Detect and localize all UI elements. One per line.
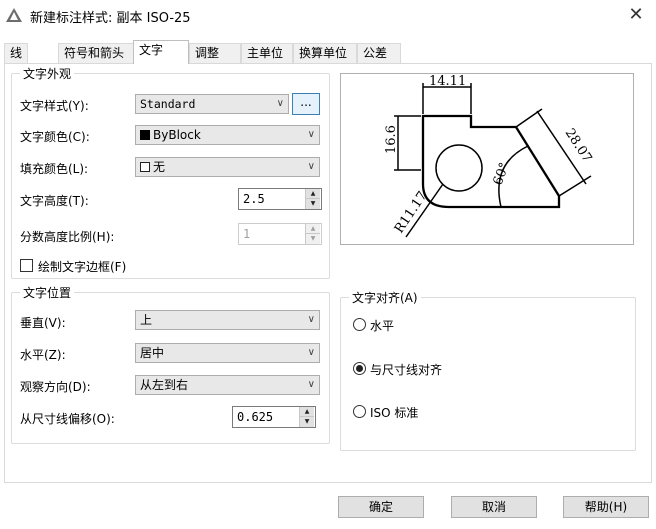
- color-swatch-icon: [140, 130, 150, 140]
- spin-down-icon: ▼: [305, 234, 320, 244]
- horizontal-dropdown[interactable]: 居中 ∨: [135, 343, 320, 363]
- view-direction-label: 观察方向(D):: [20, 380, 91, 394]
- tab-fit[interactable]: 调整: [189, 43, 241, 63]
- fill-color-label: 填充颜色(L):: [20, 162, 89, 176]
- text-style-dropdown[interactable]: Standard ∨: [135, 94, 289, 114]
- empty-swatch-icon: [140, 162, 150, 172]
- preview-drawing: 14.11 16.6 28.07 60° R11.17: [384, 74, 595, 238]
- offset-input[interactable]: [233, 407, 299, 427]
- spin-up-icon[interactable]: ▲: [305, 189, 320, 199]
- tab-primary-units[interactable]: 主单位: [241, 43, 293, 63]
- vertical-label: 垂直(V):: [20, 316, 66, 330]
- draw-frame-label: 绘制文字边框(F): [38, 260, 127, 274]
- offset-label: 从尺寸线偏移(O):: [20, 412, 115, 426]
- text-height-input[interactable]: [239, 189, 305, 209]
- spin-down-icon[interactable]: ▼: [305, 199, 320, 209]
- text-color-label: 文字颜色(C):: [20, 130, 90, 144]
- text-style-value: Standard: [140, 97, 196, 111]
- horizontal-value: 居中: [140, 346, 165, 360]
- cancel-button[interactable]: 取消: [451, 496, 537, 518]
- tab-symbols-arrows[interactable]: 符号和箭头: [58, 43, 134, 63]
- close-icon[interactable]: ✕: [622, 2, 650, 28]
- chevron-down-icon: ∨: [307, 379, 315, 390]
- text-color-dropdown[interactable]: ByBlock ∨: [135, 125, 320, 145]
- align-iso-label: ISO 标准: [370, 406, 419, 420]
- window-title: 新建标注样式: 副本 ISO-25: [30, 11, 191, 26]
- autocad-app-icon: [6, 8, 22, 22]
- text-height-label: 文字高度(T):: [20, 194, 89, 208]
- vertical-value: 上: [140, 313, 153, 327]
- chevron-down-icon: ∨: [276, 98, 284, 109]
- text-style-browse-button[interactable]: ...: [292, 93, 320, 115]
- dim-top-text: 14.11: [429, 74, 466, 89]
- text-color-value: ByBlock: [153, 128, 201, 142]
- chevron-down-icon: ∨: [307, 347, 315, 358]
- dimension-preview: 14.11 16.6 28.07 60° R11.17: [340, 73, 634, 245]
- view-direction-dropdown[interactable]: 从左到右 ∨: [135, 375, 320, 395]
- title-bar: 新建标注样式: 副本 ISO-25 ✕: [0, 0, 656, 32]
- horizontal-label: 水平(Z):: [20, 348, 66, 362]
- offset-spinner[interactable]: ▲▼: [232, 406, 316, 428]
- dim-angle-text: 60°: [491, 161, 513, 188]
- spin-down-icon[interactable]: ▼: [299, 417, 314, 427]
- align-iso-radio[interactable]: [353, 405, 366, 418]
- fraction-height-input: [239, 224, 305, 244]
- chevron-down-icon: ∨: [307, 129, 315, 140]
- ok-button[interactable]: 确定: [338, 496, 424, 518]
- align-with-dimline-radio[interactable]: [353, 362, 366, 375]
- tab-tolerances[interactable]: 公差: [357, 43, 401, 63]
- align-with-dimline-label: 与尺寸线对齐: [370, 363, 443, 377]
- tab-alternate-units[interactable]: 换算单位: [293, 43, 357, 63]
- text-appearance-title: 文字外观: [20, 65, 75, 82]
- fill-color-dropdown[interactable]: 无 ∨: [135, 157, 320, 177]
- text-style-label: 文字样式(Y):: [20, 99, 89, 113]
- tab-strip: 线 符号和箭头 文字 调整 主单位 换算单位 公差: [4, 40, 652, 64]
- align-horizontal-label: 水平: [370, 319, 395, 333]
- spin-up-icon[interactable]: ▲: [299, 407, 314, 417]
- dim-right-text: 28.07: [562, 126, 595, 165]
- text-placement-title: 文字位置: [20, 284, 75, 301]
- text-alignment-title: 文字对齐(A): [349, 289, 421, 306]
- draw-frame-checkbox[interactable]: [20, 259, 33, 272]
- fraction-height-spinner: ▲▼: [238, 223, 322, 245]
- dim-left-text: 16.6: [384, 125, 399, 154]
- chevron-down-icon: ∨: [307, 314, 315, 325]
- tab-lines[interactable]: 线: [4, 43, 28, 63]
- vertical-dropdown[interactable]: 上 ∨: [135, 310, 320, 330]
- align-horizontal-radio[interactable]: [353, 318, 366, 331]
- tab-text[interactable]: 文字: [133, 40, 189, 64]
- fill-color-value: 无: [153, 160, 166, 174]
- text-height-spinner[interactable]: ▲▼: [238, 188, 322, 210]
- help-button[interactable]: 帮助(H): [563, 496, 649, 518]
- view-direction-value: 从左到右: [140, 378, 189, 392]
- spin-up-icon: ▲: [305, 224, 320, 234]
- chevron-down-icon: ∨: [307, 161, 315, 172]
- fraction-height-label: 分数高度比例(H):: [20, 230, 115, 244]
